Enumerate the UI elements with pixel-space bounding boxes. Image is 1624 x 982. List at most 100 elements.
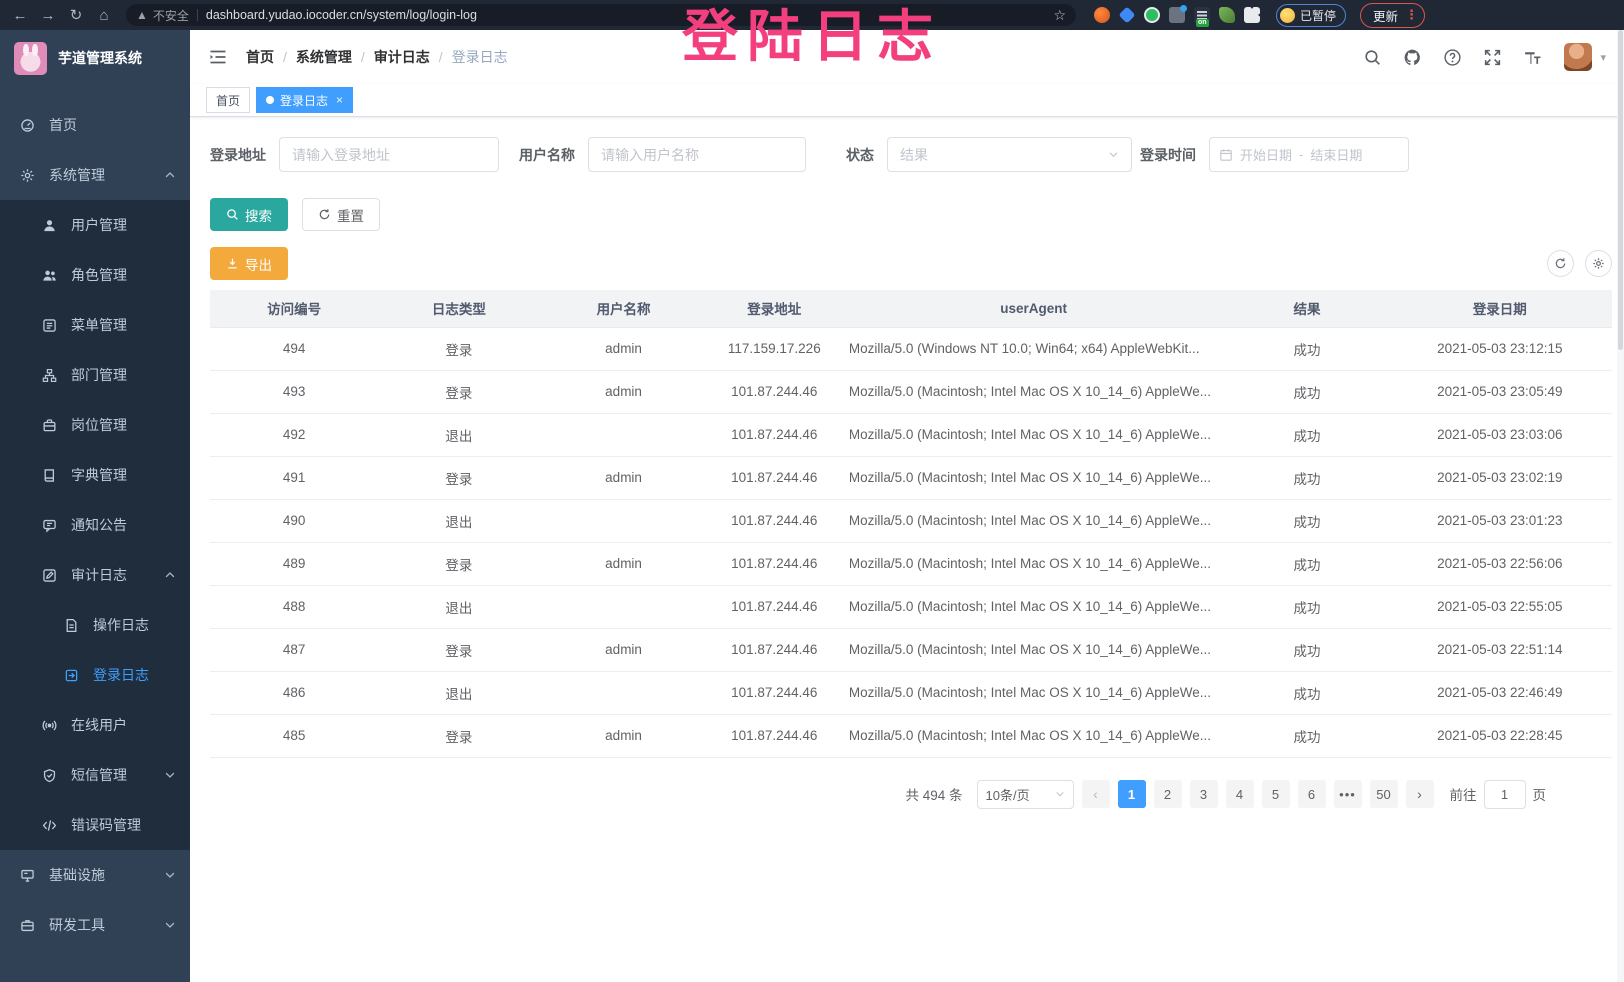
back-icon[interactable]: ← xyxy=(8,3,32,27)
sidebar-item-label: 角色管理 xyxy=(71,265,176,285)
prev-page-button[interactable]: ‹ xyxy=(1082,780,1110,808)
sidebar-item-devtools[interactable]: 研发工具 xyxy=(0,900,190,950)
username-input[interactable] xyxy=(588,137,806,172)
extension-orange-icon[interactable] xyxy=(1094,7,1110,23)
tag-home[interactable]: 首页 xyxy=(206,87,250,113)
collapse-sidebar-icon[interactable] xyxy=(208,47,228,67)
page-button[interactable]: 1 xyxy=(1118,780,1146,808)
browser-update-button[interactable]: 更新 ⋮ xyxy=(1360,3,1425,28)
tag-close-icon[interactable]: × xyxy=(336,93,343,107)
table-row: 485登录admin101.87.244.46Mozilla/5.0 (Maci… xyxy=(210,714,1612,757)
reload-icon[interactable]: ↻ xyxy=(64,3,88,27)
tags-view: 首页 登录日志 × xyxy=(190,84,1624,117)
export-button[interactable]: 导出 xyxy=(210,247,288,280)
extension-green-icon[interactable] xyxy=(1144,7,1160,23)
table-cell: 101.87.244.46 xyxy=(708,370,841,413)
page-button[interactable]: 50 xyxy=(1370,780,1398,808)
table-cell: Mozilla/5.0 (Macintosh; Intel Mac OS X 1… xyxy=(841,671,1227,714)
search-button[interactable]: 搜索 xyxy=(210,198,288,231)
chevron-down-icon xyxy=(1055,789,1065,799)
search-icon[interactable] xyxy=(1362,47,1382,67)
sidebar-item-home[interactable]: 首页 xyxy=(0,100,190,150)
browser-profile-paused-pill[interactable]: 已暂停 xyxy=(1276,4,1346,27)
sidebar-item-user[interactable]: 用户管理 xyxy=(0,200,190,250)
extensions-puzzle-icon[interactable] xyxy=(1244,7,1260,23)
table-cell xyxy=(539,671,707,714)
font-size-icon[interactable] xyxy=(1522,47,1542,67)
sidebar-item-label: 操作日志 xyxy=(93,615,176,635)
content-area: 登录地址 用户名称 状态 结果 登录时间 xyxy=(190,117,1624,982)
sidebar-item-error-code[interactable]: 错误码管理 xyxy=(0,800,190,850)
sidebar-item-online-user[interactable]: 在线用户 xyxy=(0,700,190,750)
sidebar-item-role[interactable]: 角色管理 xyxy=(0,250,190,300)
not-secure-warning-icon: ▲ xyxy=(136,8,148,22)
table-cell: 2021-05-03 22:46:49 xyxy=(1388,671,1612,714)
table-cell: 492 xyxy=(210,413,378,456)
page-scrollbar[interactable] xyxy=(1617,30,1624,982)
page-button[interactable]: 2 xyxy=(1154,780,1182,808)
tag-login-log[interactable]: 登录日志 × xyxy=(256,87,353,113)
sidebar-item-system[interactable]: 系统管理 xyxy=(0,150,190,200)
next-page-button[interactable]: › xyxy=(1406,780,1434,808)
sidebar-logo-row[interactable]: 芋道管理系统 xyxy=(0,30,190,86)
sidebar-item-label: 短信管理 xyxy=(71,765,150,785)
sidebar-item-menu[interactable]: 菜单管理 xyxy=(0,300,190,350)
goto-page-input[interactable] xyxy=(1484,780,1526,809)
sidebar-item-infra[interactable]: 基础设施 xyxy=(0,850,190,900)
table-cell: 退出 xyxy=(378,499,539,542)
bookmark-star-icon[interactable]: ☆ xyxy=(1053,7,1066,24)
sidebar-item-audit-log[interactable]: 审计日志 xyxy=(0,550,190,600)
more-pages-icon[interactable]: ••• xyxy=(1334,780,1362,808)
breadcrumb-item-audit[interactable]: 审计日志 xyxy=(374,47,430,67)
page-button[interactable]: 3 xyxy=(1190,780,1218,808)
table-cell: 登录 xyxy=(378,542,539,585)
table-toolbar: 导出 xyxy=(210,247,1612,280)
user-avatar[interactable] xyxy=(1564,43,1592,71)
status-select[interactable]: 结果 xyxy=(887,137,1132,172)
column-settings-button[interactable] xyxy=(1585,250,1612,277)
sidebar-item-login-log[interactable]: 登录日志 xyxy=(0,650,190,700)
extension-grid-icon[interactable] xyxy=(1169,7,1185,23)
table-cell xyxy=(539,499,707,542)
table-cell xyxy=(539,413,707,456)
browser-menu-icon[interactable]: ⋮ xyxy=(1405,7,1418,23)
home-icon[interactable]: ⌂ xyxy=(92,3,116,27)
sidebar-item-sms[interactable]: 短信管理 xyxy=(0,750,190,800)
login-time-range-picker[interactable]: 开始日期 - 结束日期 xyxy=(1209,137,1409,172)
breadcrumb-item-system[interactable]: 系统管理 xyxy=(296,47,352,67)
reset-button[interactable]: 重置 xyxy=(302,198,380,231)
github-icon[interactable] xyxy=(1402,47,1422,67)
help-icon[interactable] xyxy=(1442,47,1462,67)
login-address-input[interactable] xyxy=(279,137,499,172)
tag-label: 登录日志 xyxy=(280,92,328,109)
active-tag-dot xyxy=(266,96,274,104)
avatar-caret-down-icon[interactable]: ▾ xyxy=(1600,51,1606,64)
table-cell: 101.87.244.46 xyxy=(708,542,841,585)
breadcrumb-item-home[interactable]: 首页 xyxy=(246,47,274,67)
chevron-down-icon xyxy=(164,919,176,931)
forward-icon[interactable]: → xyxy=(36,3,60,27)
extension-blue-gem-icon[interactable] xyxy=(1119,7,1136,24)
table-cell: 登录 xyxy=(378,628,539,671)
page-size-select[interactable]: 10条/页 xyxy=(977,780,1074,809)
sidebar-item-notice[interactable]: 通知公告 xyxy=(0,500,190,550)
sidebar-item-dict[interactable]: 字典管理 xyxy=(0,450,190,500)
table-cell: Mozilla/5.0 (Macintosh; Intel Mac OS X 1… xyxy=(841,370,1227,413)
sidebar-item-operate-log[interactable]: 操作日志 xyxy=(0,600,190,650)
extension-sprout-icon[interactable] xyxy=(1219,7,1235,23)
scrollbar-thumb[interactable] xyxy=(1618,30,1623,350)
extension-list-icon[interactable]: on xyxy=(1194,7,1210,23)
fullscreen-icon[interactable] xyxy=(1482,47,1502,67)
refresh-table-button[interactable] xyxy=(1547,250,1574,277)
table-cell: 2021-05-03 22:56:06 xyxy=(1388,542,1612,585)
sidebar-item-post[interactable]: 岗位管理 xyxy=(0,400,190,450)
search-icon xyxy=(226,208,239,221)
page-button[interactable]: 4 xyxy=(1226,780,1254,808)
page-button[interactable]: 6 xyxy=(1298,780,1326,808)
page-button[interactable]: 5 xyxy=(1262,780,1290,808)
sidebar-item-dept[interactable]: 部门管理 xyxy=(0,350,190,400)
table-cell: 退出 xyxy=(378,413,539,456)
table-cell: 488 xyxy=(210,585,378,628)
chevron-down-icon xyxy=(1108,149,1119,160)
sidebar-item-label: 首页 xyxy=(49,115,176,135)
